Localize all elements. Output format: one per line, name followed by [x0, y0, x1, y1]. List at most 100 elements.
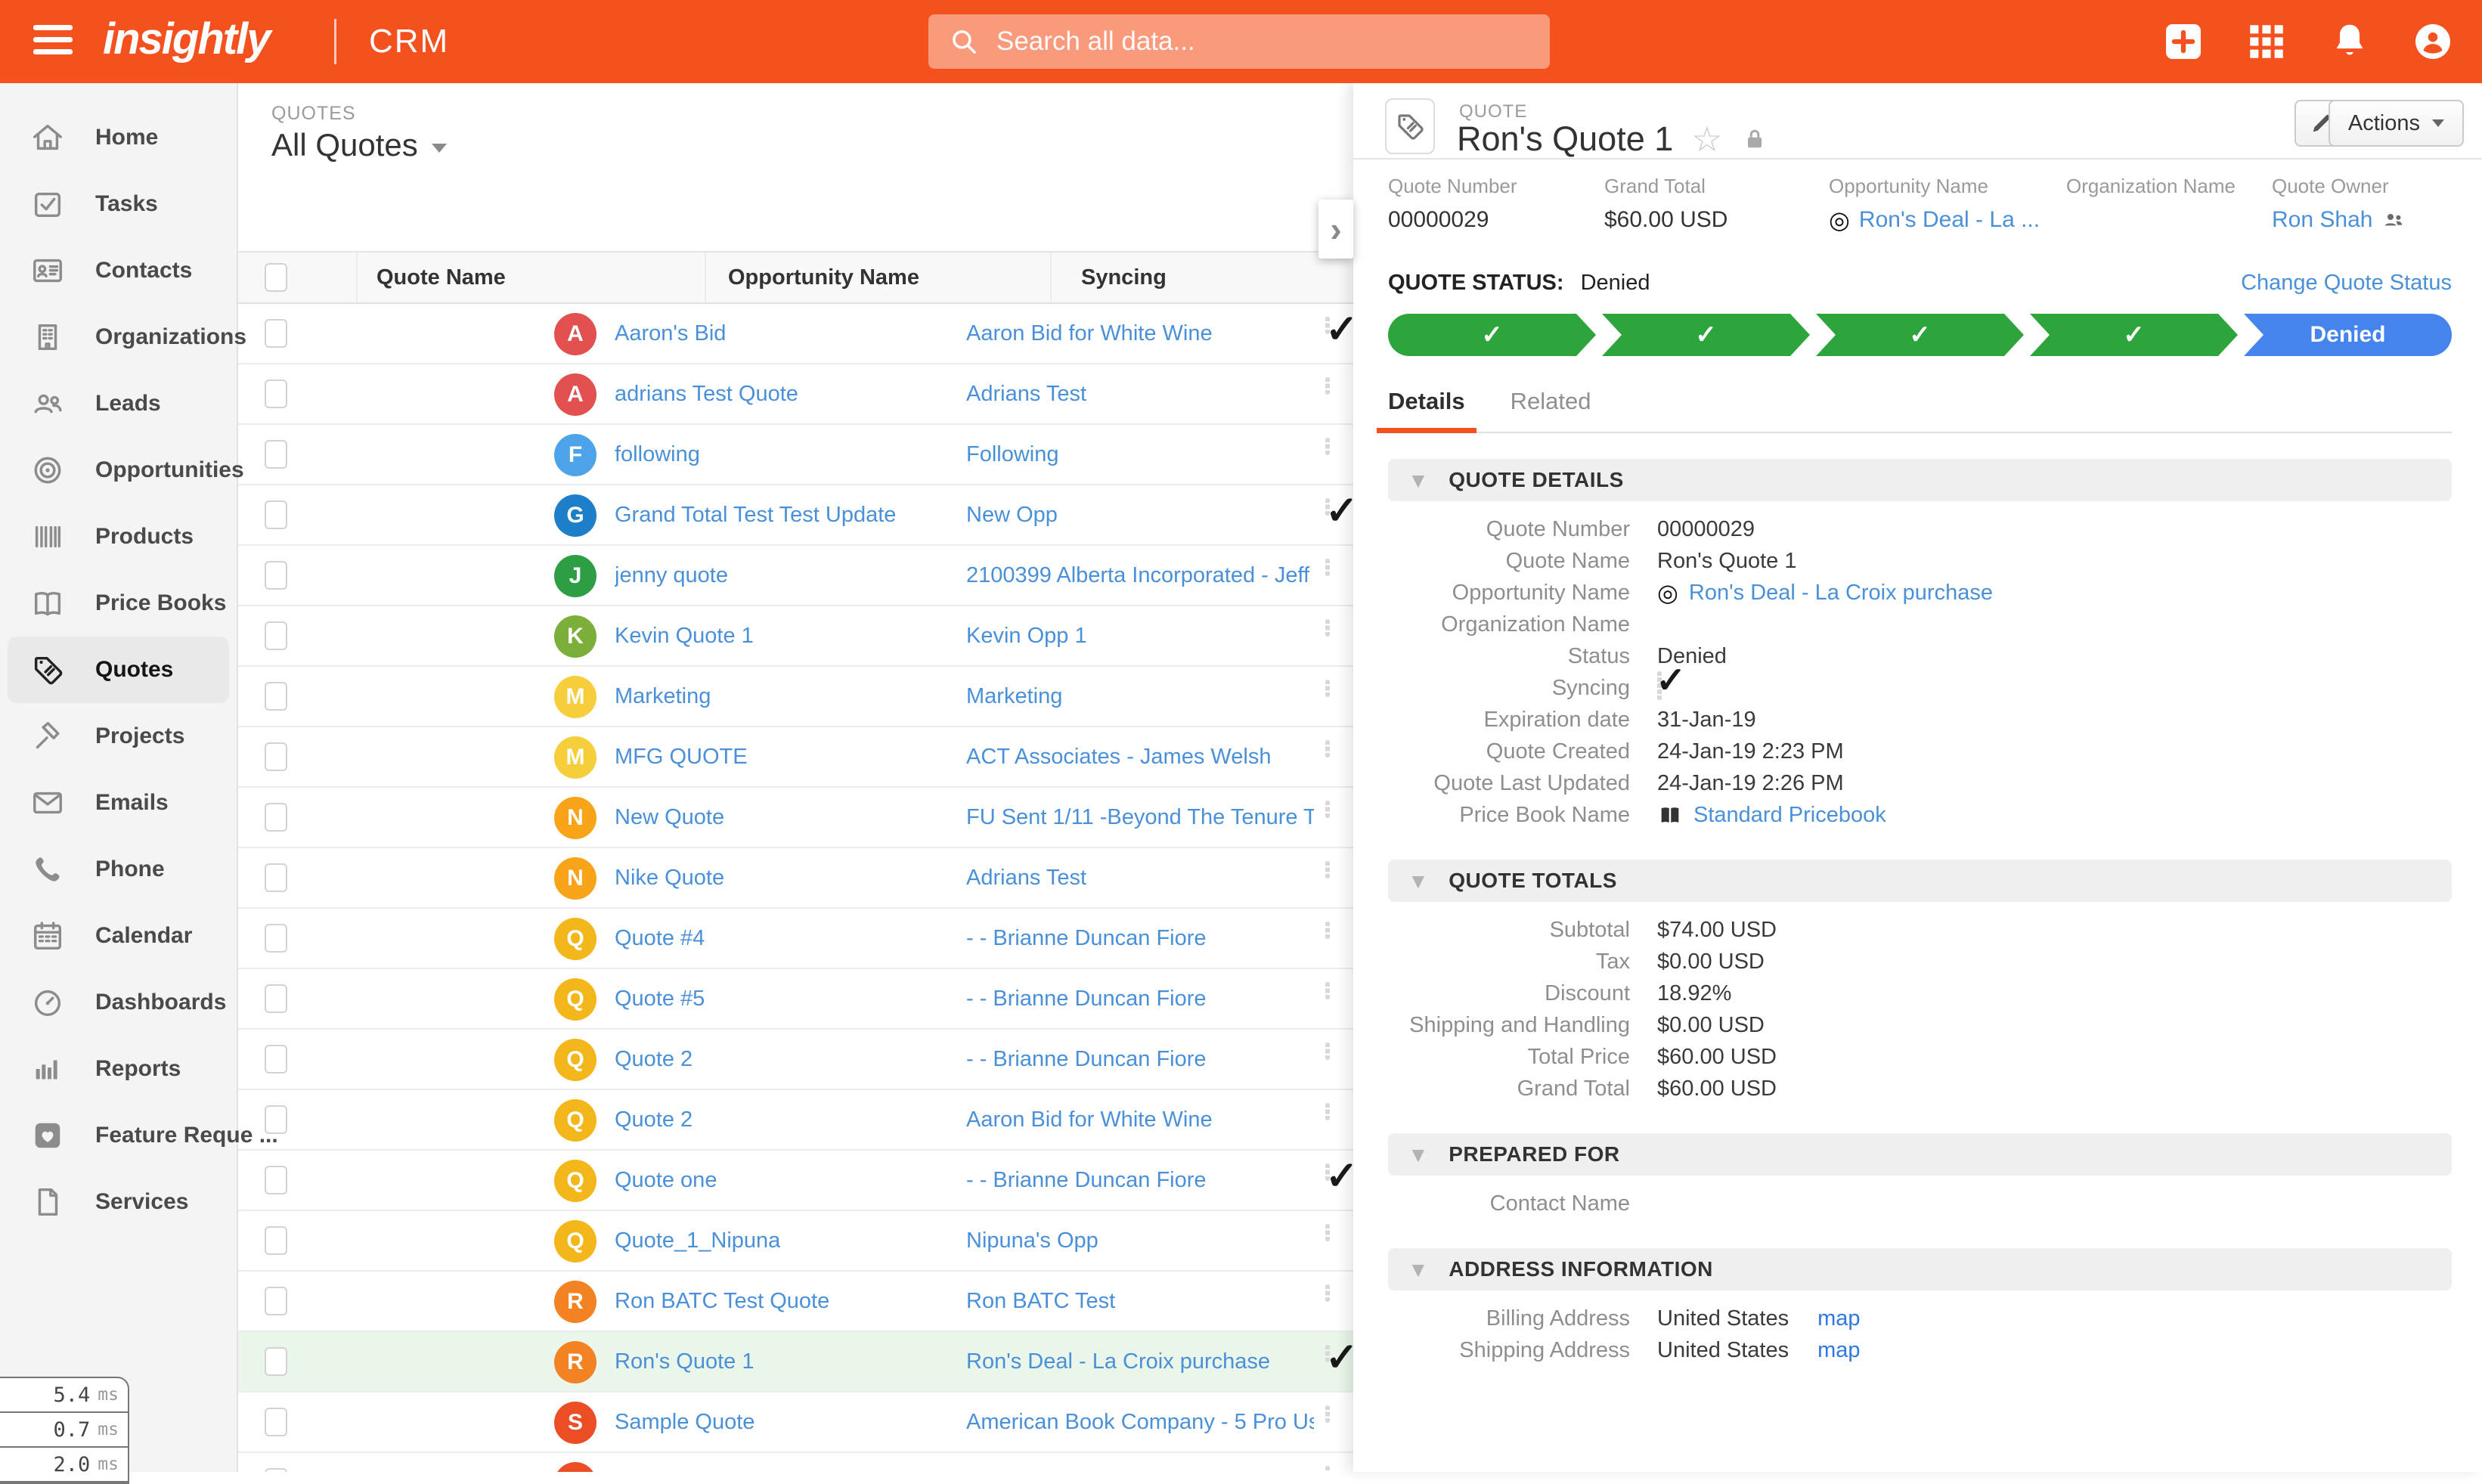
sidebar-item-organizations[interactable]: Organizations: [0, 304, 246, 370]
quote-name-link[interactable]: Quote one: [615, 1151, 717, 1210]
row-checkbox[interactable]: [265, 803, 287, 832]
row-checkbox[interactable]: [265, 319, 287, 348]
quote-row[interactable]: K Kevin Quote 1 Kevin Opp 1: [238, 606, 1353, 667]
opportunity-name-link[interactable]: Kevin Opp 1: [966, 606, 1087, 665]
quote-row[interactable]: Jjenny quote 2100399 Alberta Incorporated…: [238, 546, 1353, 606]
quote-name-link[interactable]: Sample Quote: [615, 1393, 755, 1451]
sidebar-item-reports[interactable]: Reports: [0, 1036, 237, 1102]
opportunity-name-link[interactable]: Following: [966, 425, 1059, 484]
quote-row[interactable]: S Sushamna Quote Ron BATC Test: [238, 1453, 1353, 1472]
quote-name-link[interactable]: Quote_1_Nipuna: [615, 1211, 780, 1270]
quote-row[interactable]: A Aaron's Bid Aaron Bid for White Wine ✓: [238, 304, 1353, 364]
opportunity-name-link[interactable]: Ron's Deal - La Croix purchase: [966, 1332, 1270, 1391]
quote-row[interactable]: R Ron BATC Test Quote Ron BATC Test: [238, 1272, 1353, 1332]
search-input[interactable]: Search all data...: [928, 14, 1550, 69]
sidebar-item-products[interactable]: Products: [0, 503, 237, 570]
quote-name-link[interactable]: following: [615, 425, 700, 484]
sidebar-item-home[interactable]: Home: [0, 104, 237, 171]
quote-row[interactable]: Q Quote #5 - - Brianne Duncan Fiore: [238, 969, 1353, 1030]
quote-row[interactable]: Q Quote one - - Brianne Duncan Fiore ✓: [238, 1151, 1353, 1211]
tab-details[interactable]: Details: [1377, 388, 1476, 433]
opportunity-name-link[interactable]: Marketing: [966, 667, 1062, 726]
sidebar-item-calendar[interactable]: Calendar: [0, 903, 237, 969]
row-checkbox[interactable]: [265, 1468, 287, 1472]
sidebar-item-services[interactable]: Services: [0, 1169, 237, 1235]
row-checkbox[interactable]: [265, 1408, 287, 1436]
sidebar-item-projects[interactable]: Projects: [0, 703, 237, 770]
quote-name-link[interactable]: Quote #5: [615, 969, 705, 1028]
quote-name-link[interactable]: Quote 2: [615, 1090, 693, 1149]
row-checkbox[interactable]: [265, 984, 287, 1013]
quote-name-link[interactable]: Aaron's Bid: [615, 304, 726, 363]
quote-name-link[interactable]: Marketing: [615, 667, 711, 726]
quote-name-link[interactable]: New Quote: [615, 788, 724, 847]
quote-row[interactable]: Q Quote #4 - - Brianne Duncan Fiore: [238, 909, 1353, 969]
status-step[interactable]: ✓: [1388, 314, 1596, 356]
row-checkbox[interactable]: [265, 682, 287, 711]
opportunity-name-link[interactable]: FU Sent 1/11 -Beyond The Tenure Tra...: [966, 788, 1314, 847]
row-checkbox[interactable]: [265, 924, 287, 953]
apps-grid-icon[interactable]: [2245, 20, 2288, 64]
status-step[interactable]: ✓: [2030, 314, 2238, 356]
opportunity-name-link[interactable]: Ron BATC Test: [966, 1453, 1115, 1473]
row-checkbox[interactable]: [265, 742, 287, 771]
list-filter-dropdown[interactable]: All Quotes: [271, 127, 447, 163]
actions-button[interactable]: Actions: [2328, 100, 2464, 147]
quote-row[interactable]: Q Quote_1_Nipuna Nipuna's Opp: [238, 1211, 1353, 1272]
section-header[interactable]: ▼ QUOTE DETAILS: [1388, 459, 2452, 501]
quote-row[interactable]: Ffollowing Following: [238, 425, 1353, 485]
summary-value-link[interactable]: Ron's Deal - La ...: [1859, 207, 2040, 233]
sidebar-item-emails[interactable]: Emails: [0, 770, 237, 836]
add-icon[interactable]: [2161, 20, 2205, 64]
quote-name-link[interactable]: adrians Test Quote: [615, 364, 798, 423]
menu-icon[interactable]: [33, 25, 73, 61]
status-step[interactable]: Denied: [2244, 314, 2452, 356]
row-checkbox[interactable]: [265, 1166, 287, 1194]
quote-row[interactable]: N New Quote FU Sent 1/11 -Beyond The Tenur…: [238, 788, 1353, 848]
sidebar-item-contacts[interactable]: Contacts: [0, 237, 237, 304]
select-all-checkbox[interactable]: [265, 263, 287, 292]
sidebar-item-quotes[interactable]: Quotes: [8, 637, 229, 703]
row-checkbox[interactable]: [265, 1287, 287, 1315]
field-value-link[interactable]: Ron's Deal - La Croix purchase: [1689, 581, 1993, 606]
sidebar-item-tasks[interactable]: Tasks: [0, 171, 237, 237]
opportunity-name-link[interactable]: - - Brianne Duncan Fiore: [966, 909, 1207, 968]
sidebar-item-opportunities[interactable]: Opportunities: [0, 437, 244, 503]
opportunity-name-link[interactable]: ACT Associates - James Welsh: [966, 727, 1271, 786]
opportunity-name-link[interactable]: 2100399 Alberta Incorporated - Jeff ...: [966, 546, 1314, 605]
map-link[interactable]: map: [1817, 1338, 1860, 1363]
quote-row[interactable]: G Grand Total Test Test Update New Opp ✓: [238, 485, 1353, 546]
opportunity-name-link[interactable]: Ron BATC Test: [966, 1272, 1115, 1331]
section-header[interactable]: ▼ ADDRESS INFORMATION: [1388, 1248, 2452, 1290]
quote-row[interactable]: N Nike Quote Adrians Test: [238, 848, 1353, 909]
column-header-syncing[interactable]: Syncing: [1052, 252, 1353, 302]
row-checkbox[interactable]: [265, 1045, 287, 1073]
opportunity-name-link[interactable]: - - Brianne Duncan Fiore: [966, 969, 1207, 1028]
opportunity-name-link[interactable]: New Opp: [966, 485, 1058, 544]
quote-row[interactable]: S Sample Quote American Book Company - 5 P…: [238, 1393, 1353, 1453]
column-header-opportunity-name[interactable]: Opportunity Name: [706, 252, 1052, 302]
row-checkbox[interactable]: [265, 561, 287, 590]
quote-name-link[interactable]: jenny quote: [615, 546, 728, 605]
opportunity-name-link[interactable]: Nipuna's Opp: [966, 1211, 1098, 1270]
sidebar-item-leads[interactable]: Leads: [0, 370, 237, 437]
change-quote-status-link[interactable]: Change Quote Status: [2241, 271, 2452, 296]
quote-name-link[interactable]: Sushamna Quote: [615, 1453, 786, 1473]
opportunity-name-link[interactable]: Aaron Bid for White Wine: [966, 304, 1213, 363]
quote-name-link[interactable]: Quote 2: [615, 1030, 693, 1089]
opportunity-name-link[interactable]: Adrians Test: [966, 364, 1086, 423]
opportunity-name-link[interactable]: - - Brianne Duncan Fiore: [966, 1151, 1207, 1210]
sidebar-item-phone[interactable]: Phone: [0, 836, 237, 903]
summary-value-link[interactable]: Ron Shah: [2272, 207, 2372, 233]
sidebar-item-dashboards[interactable]: Dashboards: [0, 969, 237, 1036]
quote-name-link[interactable]: Kevin Quote 1: [615, 606, 754, 665]
sidebar-item-price-books[interactable]: Price Books: [0, 570, 237, 637]
quote-name-link[interactable]: Quote #4: [615, 909, 705, 968]
quote-row[interactable]: M MFG QUOTE ACT Associates - James Welsh: [238, 727, 1353, 788]
quote-row[interactable]: Aadrians Test Quote Adrians Test: [238, 364, 1353, 425]
row-checkbox[interactable]: [265, 1226, 287, 1255]
tab-related[interactable]: Related: [1511, 388, 1591, 415]
status-step[interactable]: ✓: [1816, 314, 2024, 356]
notifications-bell-icon[interactable]: [2328, 20, 2372, 64]
quote-row[interactable]: M Marketing Marketing: [238, 667, 1353, 727]
